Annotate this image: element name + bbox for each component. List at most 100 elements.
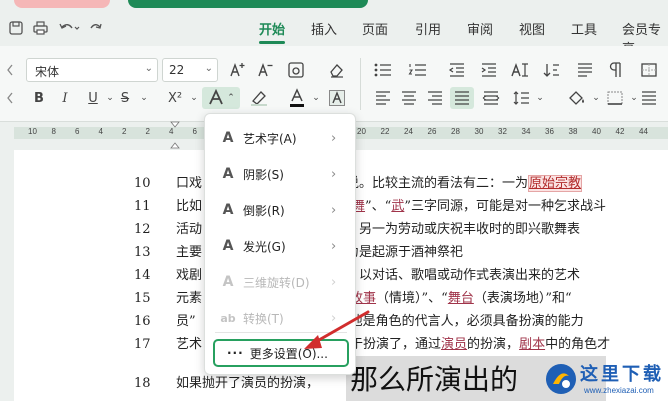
ruler-number: 6: [75, 127, 80, 136]
chevron-right-icon: ›: [331, 238, 337, 254]
transform-icon: ab: [220, 311, 236, 325]
document-tab[interactable]: [14, 0, 110, 8]
superscript-button[interactable]: X²: [164, 88, 186, 108]
bullet-list-icon[interactable]: [372, 60, 394, 80]
tab-insert[interactable]: 插入: [311, 19, 337, 38]
font-name-select[interactable]: 宋体 ⌄: [26, 58, 158, 82]
chevron-right-icon: ›: [331, 166, 337, 182]
logo-name: 这里下载: [580, 364, 664, 385]
logo-mark-icon: [546, 364, 576, 394]
menu-item-reflection[interactable]: A 倒影(R) ›: [205, 195, 357, 225]
print-icon[interactable]: [30, 18, 50, 38]
justify-icon[interactable]: [450, 87, 474, 109]
sort-icon[interactable]: [540, 60, 562, 80]
menu-item-3d-rotation: A 三维旋转(D) ›: [205, 267, 357, 297]
chevron-down-icon[interactable]: ⌄: [136, 88, 152, 108]
text-direction-icon[interactable]: [638, 88, 660, 108]
save-icon[interactable]: [6, 18, 26, 38]
glow-icon: A: [222, 238, 234, 254]
logo-url: www.zhexiazai.com: [584, 386, 654, 395]
align-left-icon[interactable]: [372, 88, 394, 108]
menu-divider: [215, 332, 347, 333]
3d-rotation-icon: A: [222, 274, 234, 290]
chevron-down-icon: ⌄: [144, 63, 153, 74]
tab-reference[interactable]: 引用: [415, 19, 441, 38]
ruler-number: 22: [380, 127, 390, 136]
ruler-number: 24: [404, 127, 413, 136]
chevron-down-icon[interactable]: ⌄: [308, 88, 324, 108]
font-color-icon: [290, 88, 304, 107]
paragraph-border-icon[interactable]: [604, 88, 626, 108]
font-name-value: 宋体: [35, 65, 60, 79]
menu-item-transform: ab 转换(T) ›: [220, 310, 337, 326]
chevron-down-icon: ⌃: [227, 93, 235, 103]
ruler-number: 10: [28, 127, 37, 136]
increase-indent-icon[interactable]: [478, 60, 500, 80]
chevron-right-icon: ›: [331, 274, 337, 290]
ruler-number: 40: [592, 127, 601, 136]
menu-bar: 开始 插入 页面 引用 审阅 视图 工具 会员专享: [0, 10, 668, 57]
tab-start[interactable]: 开始: [259, 19, 285, 38]
character-border-icon[interactable]: [326, 88, 348, 108]
shrink-font-icon[interactable]: [256, 60, 276, 80]
line-spacing-icon[interactable]: [510, 88, 532, 108]
ruler-number: 2: [145, 127, 150, 136]
menu-item-wordart[interactable]: A 艺术字(A) ›: [205, 123, 357, 153]
chevron-right-icon: ›: [331, 130, 337, 146]
asian-layout-icon[interactable]: [574, 60, 596, 80]
ruler-number: 8: [51, 127, 56, 136]
distribute-icon[interactable]: [480, 88, 502, 108]
bold-button[interactable]: B: [30, 88, 48, 108]
watermark-logo: 这里下载 www.zhexiazai.com: [540, 358, 664, 400]
highlight-icon[interactable]: [248, 88, 270, 108]
ruler-number: 6: [192, 127, 197, 136]
chevron-left-icon[interactable]: [2, 60, 18, 80]
menu-item-shadow[interactable]: A 阴影(S) ›: [205, 159, 357, 189]
decrease-indent-icon[interactable]: [446, 60, 468, 80]
shadow-icon: A: [222, 166, 234, 182]
active-tab-indicator: [259, 41, 285, 44]
chevron-left-icon[interactable]: [2, 88, 18, 108]
tab-page[interactable]: 页面: [362, 19, 388, 38]
title-bar: [0, 0, 668, 10]
show-marks-icon[interactable]: [604, 60, 626, 80]
ruler-number: 30: [474, 127, 484, 136]
chevron-down-icon[interactable]: ⌄: [532, 88, 548, 108]
text-effect-icon: [209, 89, 224, 105]
italic-button[interactable]: I: [56, 88, 74, 108]
menu-item-glow[interactable]: A 发光(G) ›: [205, 231, 357, 261]
ruler-number: 34: [521, 127, 531, 136]
phonetic-guide-icon[interactable]: [286, 60, 306, 80]
active-document-tab[interactable]: [128, 0, 368, 8]
grow-font-icon[interactable]: [228, 60, 248, 80]
ribbon-separator: [360, 58, 361, 110]
font-size-select[interactable]: 22 ⌄: [162, 58, 218, 82]
align-center-icon[interactable]: [398, 88, 420, 108]
more-settings-button[interactable]: ··· 更多设置(O)...: [213, 339, 349, 367]
redo-icon[interactable]: [86, 18, 106, 38]
tab-view[interactable]: 视图: [519, 19, 545, 38]
tab-tools[interactable]: 工具: [571, 19, 597, 38]
undo-icon[interactable]: [56, 18, 82, 38]
doc-line: 10 口戏 多种假说。比较主流的看法有二：一为原始宗教: [134, 175, 583, 192]
ruler-number: 4: [98, 127, 103, 136]
strikethrough-button[interactable]: S: [116, 88, 134, 108]
text-effect-button[interactable]: ⌃: [202, 87, 240, 109]
ruler-number: 32: [498, 127, 507, 136]
tab-review[interactable]: 审阅: [467, 19, 493, 38]
font-color-button[interactable]: [286, 88, 308, 108]
clear-format-icon[interactable]: [326, 60, 348, 80]
ruler-number: 44: [639, 127, 648, 136]
shading-icon[interactable]: [566, 88, 588, 108]
reflection-icon: A: [222, 202, 234, 218]
chinese-layout-icon[interactable]: [508, 60, 532, 80]
border-icon[interactable]: [638, 60, 660, 80]
align-right-icon[interactable]: [424, 88, 446, 108]
ruler-number: 28: [451, 127, 460, 136]
numbered-list-icon[interactable]: [406, 60, 430, 80]
indent-marker-icon[interactable]: [170, 121, 180, 149]
underline-button[interactable]: U: [84, 88, 102, 108]
ruler-number: 42: [615, 127, 625, 136]
chevron-down-icon[interactable]: ⌄: [588, 88, 604, 108]
chevron-down-icon[interactable]: ⌄: [186, 88, 202, 108]
